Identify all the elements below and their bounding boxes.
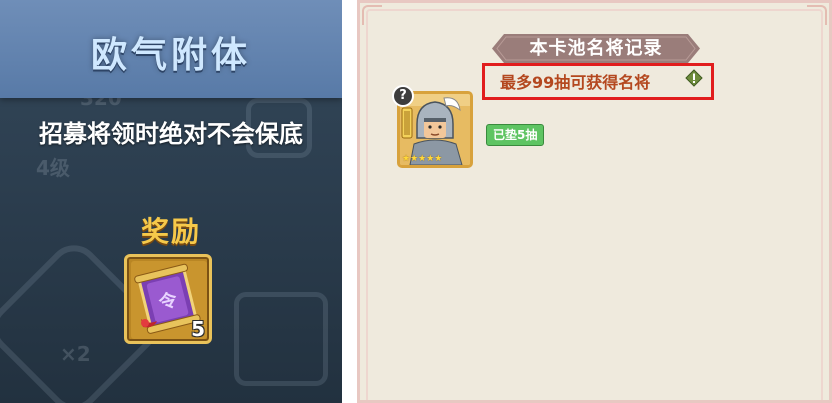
corner-ornament xyxy=(807,5,827,25)
achievement-panel: 320 4级 ×2 欧气附体 招募将领时绝对不会保底 奖励 令 5 xyxy=(0,0,342,403)
achievement-description: 招募将领时绝对不会保底 xyxy=(39,120,303,148)
exclamation-icon[interactable] xyxy=(685,69,703,87)
corner-ornament xyxy=(362,5,382,25)
hero-stars: ★★★★★ xyxy=(402,154,443,164)
ghost-check-box xyxy=(234,292,328,386)
pity-count-badge: 已垫5抽 xyxy=(486,124,545,146)
help-icon[interactable]: ? xyxy=(392,85,414,107)
achievement-title: 欧气附体 xyxy=(90,35,251,76)
reward-item[interactable]: 令 5 xyxy=(124,254,212,344)
pity-limit-text: 最多99抽可获得名将 xyxy=(500,73,651,92)
reward-label: 奖励 xyxy=(140,215,201,248)
pool-record-title: 本卡池名将记录 xyxy=(529,38,663,59)
pool-record-panel: 本卡池名将记录 最多99抽可获得名将 ? ★★★★★ 已垫5抽 xyxy=(357,0,832,403)
ghost-multiplier: ×2 xyxy=(60,342,91,366)
title-ribbon: 本卡池名将记录 xyxy=(492,32,700,65)
ghost-level: 4级 xyxy=(36,156,70,180)
reward-count: 5 xyxy=(191,317,205,341)
